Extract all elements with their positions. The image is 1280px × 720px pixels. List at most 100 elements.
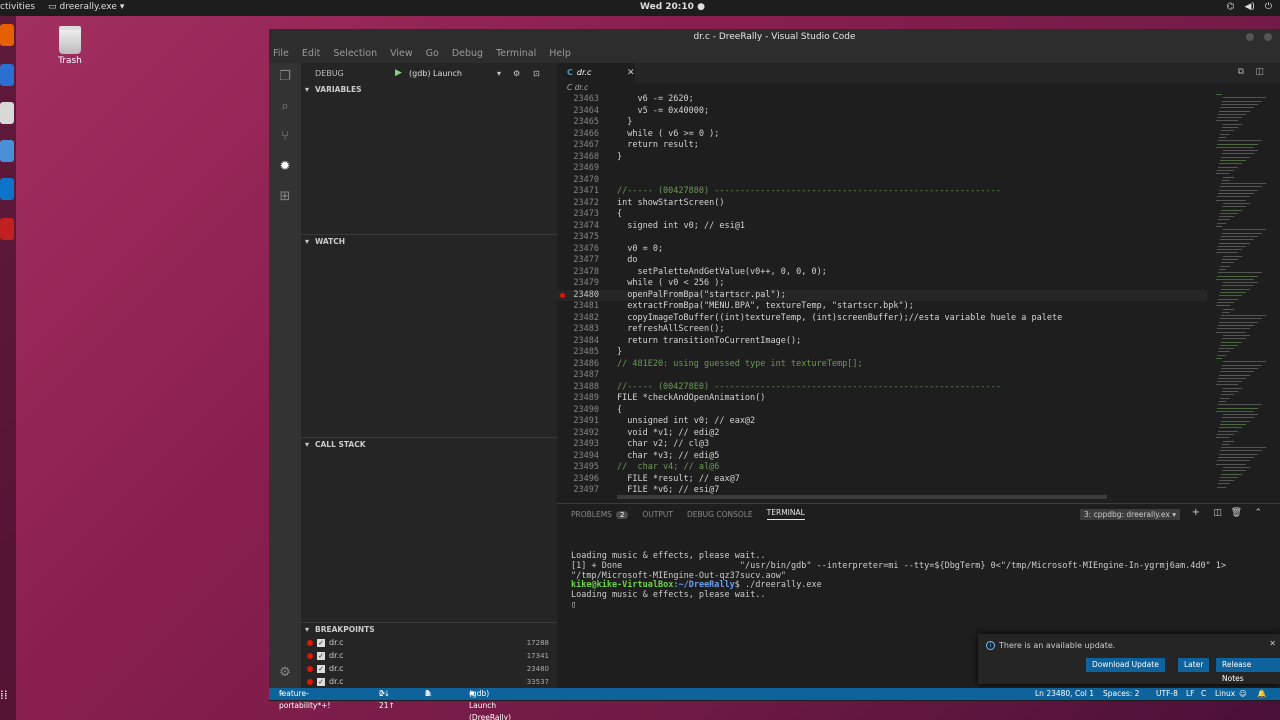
watch-section[interactable]: WATCH	[301, 234, 557, 248]
breakpoint-row[interactable]: ✓ dr.c 17341	[301, 649, 557, 662]
show-apps-icon[interactable]: ⁞⁞	[0, 688, 14, 710]
activities-button[interactable]: ctivities	[0, 2, 35, 12]
code-line[interactable]: 23476 v0 = 0;	[557, 244, 1207, 256]
code-line[interactable]: 23475	[557, 232, 1207, 244]
debug-config-select[interactable]: (gdb) Launch	[409, 69, 462, 78]
start-debugging-icon[interactable]: ▶	[395, 68, 402, 78]
terminal-select[interactable]: 3: cppdbg: dreerally.ex ▾	[1079, 509, 1180, 520]
menu-help[interactable]: Help	[549, 45, 571, 63]
code-line[interactable]: 23496 FILE *result; // eax@7	[557, 474, 1207, 486]
breakpoint-checkbox[interactable]: ✓	[317, 651, 325, 660]
minimize-button[interactable]	[1246, 33, 1254, 41]
code-line[interactable]: 23467 return result;	[557, 140, 1207, 152]
later-button[interactable]: Later	[1178, 658, 1210, 672]
code-line[interactable]: 23491 unsigned int v0; // eax@2	[557, 416, 1207, 428]
terminal-icon[interactable]	[0, 218, 14, 240]
breakpoints-section[interactable]: BREAKPOINTS	[301, 622, 557, 636]
code-line[interactable]: 23484 return transitionToCurrentImage();	[557, 336, 1207, 348]
code-line[interactable]: 23492 void *v1; // edi@2	[557, 428, 1207, 440]
variables-section[interactable]: VARIABLES	[301, 83, 557, 97]
terminal-output[interactable]: Loading music & effects, please wait.. […	[571, 551, 1226, 611]
firefox-icon[interactable]	[0, 24, 14, 46]
config-gear-icon[interactable]: ⚙	[513, 69, 520, 78]
horizontal-scrollbar[interactable]	[617, 495, 1107, 499]
new-terminal-icon[interactable]: +	[1192, 507, 1200, 518]
release-notes-button[interactable]: Release Notes	[1216, 658, 1280, 683]
platform[interactable]: Linux	[1215, 688, 1235, 700]
breakpoint-row[interactable]: ✓ dr.c 33537	[301, 675, 557, 688]
code-line[interactable]: 23483 refreshAllScreen();	[557, 324, 1207, 336]
breadcrumb[interactable]: C dr.c	[557, 83, 1280, 94]
source-control-icon[interactable]: ⑂	[277, 129, 293, 145]
code-line[interactable]: 23486 // 481E20: using guessed type int t…	[557, 359, 1207, 371]
call-stack-section[interactable]: CALL STACK	[301, 437, 557, 451]
menu-go[interactable]: Go	[426, 45, 439, 63]
code-line[interactable]: 23468}	[557, 152, 1207, 164]
code-line[interactable]: 23493 char v2; // cl@3	[557, 439, 1207, 451]
close-notification-icon[interactable]: ✕	[1269, 639, 1276, 648]
code-view[interactable]: 23463 v6 -= 2620; 23464 v5 -= 0x40000; 234…	[557, 94, 1207, 498]
menu-debug[interactable]: Debug	[452, 45, 483, 63]
code-line[interactable]: 23469	[557, 163, 1207, 175]
code-line[interactable]: 23466 while ( v6 >= 0 );	[557, 129, 1207, 141]
encoding[interactable]: UTF-8	[1156, 688, 1178, 700]
cursor-position[interactable]: Ln 23480, Col 1	[1035, 688, 1094, 700]
code-line[interactable]: 23464 v5 -= 0x40000;	[557, 106, 1207, 118]
code-line[interactable]: 23482 copyImageToBuffer((int)textureTemp…	[557, 313, 1207, 325]
tab-dr-c[interactable]: Cdr.c	[557, 63, 635, 83]
code-line[interactable]: 23479 while ( v0 < 256 );	[557, 278, 1207, 290]
writer-icon[interactable]	[0, 140, 14, 162]
line-ending[interactable]: LF	[1186, 688, 1195, 700]
search-icon[interactable]: ⌕	[277, 99, 293, 115]
code-line[interactable]: 23478 setPaletteAndGetValue(v0++, 0, 0, …	[557, 267, 1207, 279]
vscode-icon[interactable]	[0, 178, 14, 200]
code-line[interactable]: 23474 signed int v0; // esi@1	[557, 221, 1207, 233]
trash-desktop-icon[interactable]: Trash	[52, 26, 88, 66]
close-tab-icon[interactable]: ✕	[627, 63, 635, 83]
menu-view[interactable]: View	[390, 45, 413, 63]
code-line[interactable]: 23472 int showStartScreen()	[557, 198, 1207, 210]
maximize-panel-icon[interactable]: ⌃	[1254, 508, 1262, 518]
chevron-down-icon[interactable]: ▾	[497, 69, 501, 78]
breakpoint-row[interactable]: ✓ dr.c 23480	[301, 662, 557, 675]
clock[interactable]: Wed 20:10 ●	[640, 2, 705, 12]
extensions-icon[interactable]: ⊞	[277, 189, 293, 205]
breakpoint-checkbox[interactable]: ✓	[317, 664, 325, 673]
tab-problems[interactable]: PROBLEMS 2	[571, 510, 629, 519]
debug-icon[interactable]: ✹	[277, 159, 293, 175]
thunderbird-icon[interactable]	[0, 64, 14, 86]
menu-edit[interactable]: Edit	[302, 45, 320, 63]
menu-selection[interactable]: Selection	[333, 45, 377, 63]
tab-debug-console[interactable]: DEBUG CONSOLE	[687, 510, 753, 519]
indentation[interactable]: Spaces: 2	[1103, 688, 1139, 700]
code-line[interactable]: 23465 }	[557, 117, 1207, 129]
code-line[interactable]: 23470	[557, 175, 1207, 187]
split-editor-icon[interactable]: ⧉	[1238, 67, 1244, 77]
code-line[interactable]: 23477 do	[557, 255, 1207, 267]
code-line[interactable]: 23488 //----- (004278E0) ----------------…	[557, 382, 1207, 394]
code-line[interactable]: 23481 extractFromBpa("MENU.BPA", texture…	[557, 301, 1207, 313]
notifications-icon[interactable]: 🔔	[1257, 688, 1266, 700]
download-update-button[interactable]: Download Update	[1086, 658, 1165, 672]
files-icon[interactable]	[0, 102, 14, 124]
code-line[interactable]: 23471 //----- (00427880) ----------------…	[557, 186, 1207, 198]
code-line[interactable]: 23463 v6 -= 2620;	[557, 94, 1207, 106]
menu-file[interactable]: File	[273, 45, 289, 63]
code-line[interactable]: 23480 openPalFromBpa("startscr.pal");	[557, 289, 1207, 301]
debug-console-icon[interactable]: ⊡	[533, 69, 540, 78]
code-line[interactable]: 23490 {	[557, 405, 1207, 417]
tab-terminal[interactable]: TERMINAL	[766, 508, 805, 520]
code-line[interactable]: 23485}	[557, 347, 1207, 359]
code-line[interactable]: 23495 // char v4; // al@6	[557, 462, 1207, 474]
tab-output[interactable]: OUTPUT	[642, 510, 673, 519]
code-line[interactable]: 23473 {	[557, 209, 1207, 221]
app-menu[interactable]: ▭ dreerally.exe ▾	[48, 2, 124, 12]
code-line[interactable]: 23489 FILE *checkAndOpenAnimation()	[557, 393, 1207, 405]
settings-gear-icon[interactable]: ⚙	[277, 665, 293, 681]
close-window-button[interactable]	[1264, 33, 1272, 41]
explorer-icon[interactable]: ❐	[277, 69, 293, 85]
breakpoint-checkbox[interactable]: ✓	[317, 677, 325, 686]
trash-terminal-icon[interactable]: 🗑	[1231, 508, 1242, 518]
breakpoint-checkbox[interactable]: ✓	[317, 638, 325, 647]
more-actions-icon[interactable]: ◫	[1255, 67, 1264, 77]
